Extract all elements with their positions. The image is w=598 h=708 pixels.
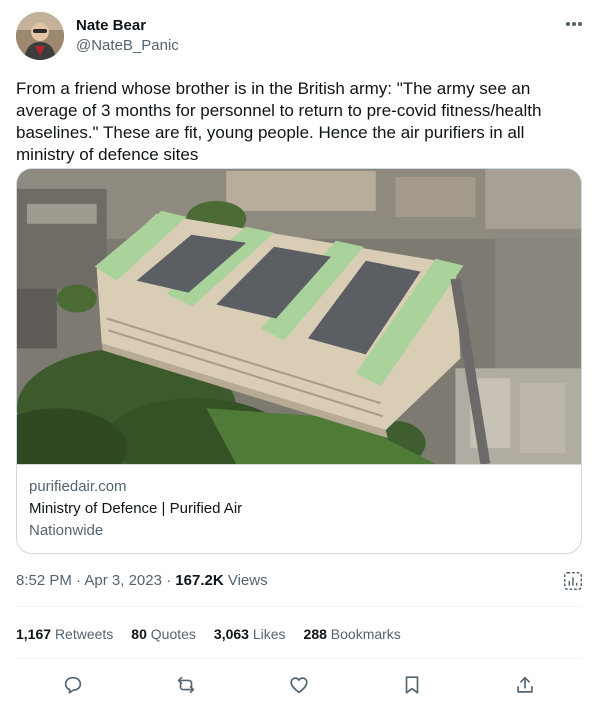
- views-label: Views: [227, 572, 268, 589]
- card-image: [17, 169, 581, 465]
- card-description: Nationwide: [29, 522, 104, 539]
- retweet-icon[interactable]: [169, 668, 203, 702]
- divider: [16, 658, 582, 659]
- more-options-icon[interactable]: [560, 14, 588, 34]
- likes-stat[interactable]: 3,063 Likes: [214, 624, 286, 644]
- bookmark-icon[interactable]: [395, 668, 429, 702]
- quotes-stat[interactable]: 80 Quotes: [131, 624, 196, 644]
- card-meta: purifiedair.com Ministry of Defence | Pu…: [17, 465, 581, 541]
- meta-separator: ·: [76, 572, 82, 589]
- tweet-text: From a friend whose brother is in the Br…: [16, 79, 542, 164]
- analytics-icon[interactable]: [562, 570, 584, 592]
- divider: [16, 606, 582, 607]
- card-domain: purifiedair.com: [29, 478, 127, 495]
- views-count: 167.2K: [175, 572, 224, 589]
- reply-icon[interactable]: [56, 668, 90, 702]
- avatar[interactable]: [16, 12, 64, 60]
- tweet-time[interactable]: 8:52 PM: [16, 572, 72, 589]
- author-name[interactable]: Nate Bear: [76, 17, 179, 35]
- quotes-count: 80: [131, 626, 147, 642]
- tweet: Nate Bear @NateB_Panic From a friend who…: [0, 0, 598, 708]
- bookmarks-stat[interactable]: 288 Bookmarks: [304, 624, 401, 644]
- tweet-meta: 8:52 PM · Apr 3, 2023 · 167.2K Views: [16, 571, 268, 591]
- avatar-image: [16, 12, 64, 60]
- author-block: Nate Bear @NateB_Panic: [76, 17, 179, 56]
- tweet-date[interactable]: Apr 3, 2023: [84, 572, 162, 589]
- retweets-label: Retweets: [54, 626, 114, 642]
- heart-icon[interactable]: [282, 668, 316, 702]
- likes-label: Likes: [252, 626, 286, 642]
- link-card[interactable]: purifiedair.com Ministry of Defence | Pu…: [16, 168, 582, 554]
- author-handle[interactable]: @NateB_Panic: [76, 36, 179, 56]
- card-title: Ministry of Defence | Purified Air: [29, 500, 243, 517]
- retweets-count: 1,167: [16, 626, 52, 642]
- bookmarks-label: Bookmarks: [330, 626, 401, 642]
- share-icon[interactable]: [508, 668, 542, 702]
- action-bar: [16, 668, 582, 702]
- meta-separator: ·: [166, 572, 172, 589]
- bookmarks-count: 288: [303, 626, 327, 642]
- retweets-stat[interactable]: 1,167 Retweets: [16, 624, 113, 644]
- engagement-stats: 1,167 Retweets 80 Quotes 3,063 Likes 288…: [16, 624, 419, 644]
- quotes-label: Quotes: [150, 626, 196, 642]
- likes-count: 3,063: [213, 626, 249, 642]
